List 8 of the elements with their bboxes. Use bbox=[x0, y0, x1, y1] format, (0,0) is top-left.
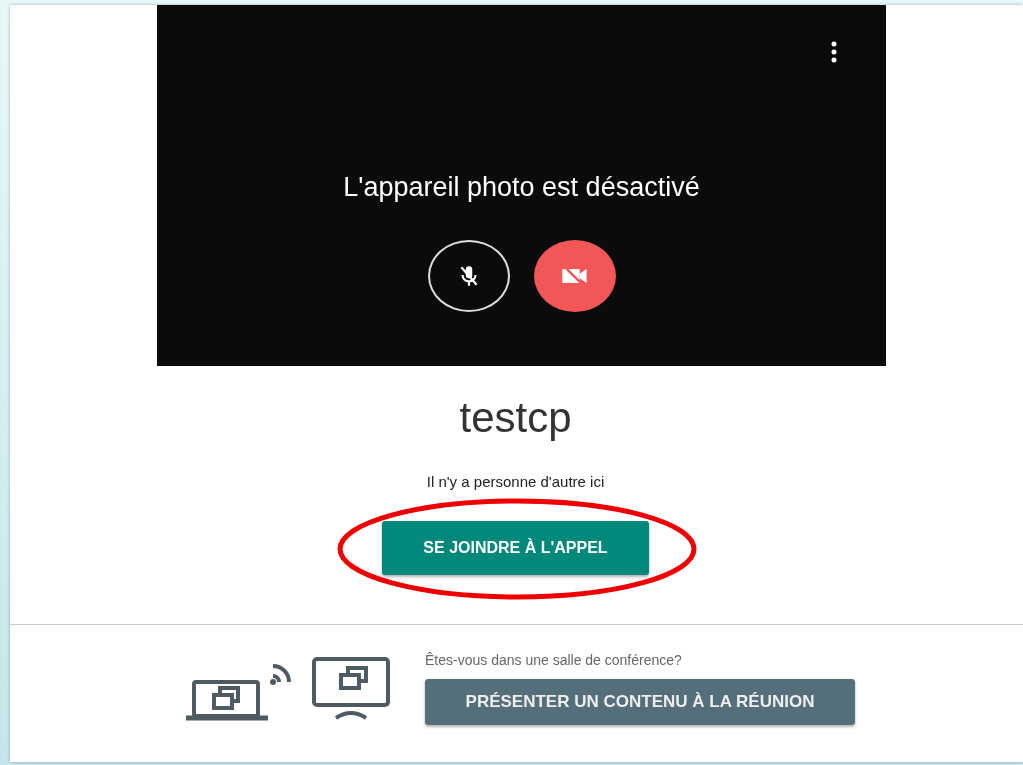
camera-off-message: L'appareil photo est désactivé bbox=[343, 171, 700, 204]
join-call-button[interactable]: SE JOINDRE À L'APPEL bbox=[382, 520, 649, 575]
meeting-name: testcp bbox=[459, 393, 572, 443]
participants-note: Il n'y a personne d'autre ici bbox=[426, 472, 605, 492]
conference-room-question: Êtes-vous dans une salle de conférence? bbox=[425, 651, 683, 670]
microphone-button[interactable] bbox=[427, 239, 510, 312]
more-options-icon[interactable] bbox=[830, 41, 838, 63]
present-button[interactable]: PRÉSENTER UN CONTENU À LA RÉUNION bbox=[425, 679, 855, 725]
